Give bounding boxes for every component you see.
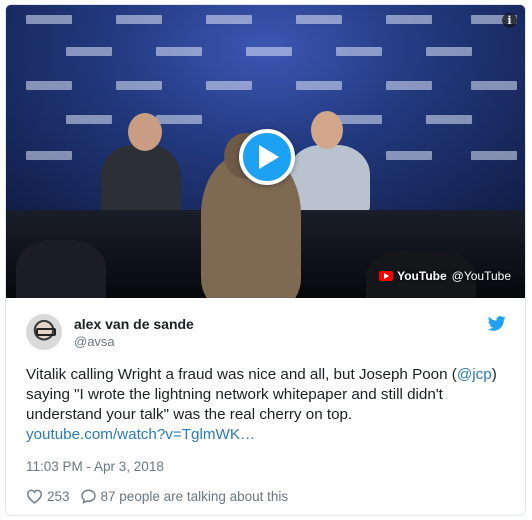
tweet-actions: 253 87 people are talking about this — [26, 487, 288, 505]
twitter-bird-icon[interactable] — [488, 316, 506, 331]
tweet-timestamp[interactable]: 11:03 PM - Apr 3, 2018 — [26, 459, 164, 474]
sponsor-logo-row — [6, 47, 525, 63]
like-count: 253 — [47, 488, 70, 504]
like-button[interactable]: 253 — [26, 489, 70, 504]
conversation-link[interactable]: 87 people are talking about this — [80, 488, 289, 504]
tweet-author: alex van de sande @avsa — [26, 314, 506, 350]
conversation-count: 87 people are talking about this — [100, 488, 289, 504]
play-button[interactable] — [239, 129, 295, 185]
author-name[interactable]: alex van de sande — [74, 316, 194, 332]
youtube-source-name: YouTube — [397, 269, 447, 283]
sponsor-logo-row — [6, 15, 525, 31]
avatar[interactable] — [26, 314, 62, 350]
tweet-text-part: Vitalik calling Wright a fraud was nice … — [26, 366, 457, 383]
youtube-icon — [379, 271, 394, 281]
mention-link[interactable]: @jcp — [457, 366, 492, 383]
video-thumbnail[interactable]: i YouTube @YouTube — [6, 5, 525, 298]
audience-figure — [16, 240, 106, 298]
play-icon — [259, 145, 279, 169]
youtube-link[interactable]: youtube.com/watch?v=TglmWK… — [26, 426, 255, 443]
heart-icon — [26, 489, 43, 504]
tweet-text: Vitalik calling Wright a fraud was nice … — [26, 365, 511, 445]
comment-icon — [80, 489, 96, 504]
youtube-attribution[interactable]: YouTube @YouTube — [379, 269, 511, 283]
author-handle[interactable]: @avsa — [74, 334, 115, 349]
youtube-source-handle: @YouTube — [451, 269, 511, 283]
info-icon[interactable]: i — [502, 13, 517, 28]
speaker-head — [311, 111, 343, 149]
sponsor-logo-row — [6, 81, 525, 97]
embedded-tweet-card: i YouTube @YouTube alex van de sande @av… — [5, 4, 526, 516]
speaker-head — [128, 113, 162, 151]
